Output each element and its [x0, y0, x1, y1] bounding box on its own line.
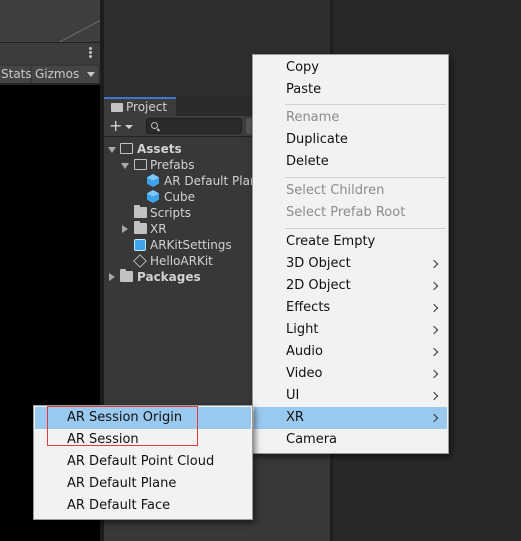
tree-item-label: Packages: [137, 270, 201, 284]
menu-item-copy[interactable]: Copy: [254, 57, 447, 79]
menu-item-label: Light: [286, 322, 319, 337]
menu-item-2d-object[interactable]: 2D Object: [254, 275, 447, 297]
menu-separator: [285, 177, 446, 178]
menu-item-duplicate[interactable]: Duplicate: [254, 129, 447, 151]
menu-item-paste[interactable]: Paste: [254, 79, 447, 101]
menu-separator: [285, 228, 446, 229]
menu-item-select-prefab-root: Select Prefab Root: [286, 205, 406, 220]
prefab-cube-icon: [147, 190, 159, 203]
menu-item-camera[interactable]: Camera: [254, 429, 447, 451]
chevron-down-icon: [87, 72, 95, 77]
chevron-right-icon: [429, 413, 439, 423]
folder-icon: [134, 205, 147, 218]
chevron-right-icon: [429, 303, 439, 313]
menu-item-label: 2D Object: [286, 278, 351, 293]
menu-item-ui[interactable]: UI: [254, 385, 447, 407]
folder-open-icon: [134, 159, 147, 170]
submenu-item-ar-session-origin[interactable]: AR Session Origin: [35, 407, 251, 429]
menu-item-label: UI: [286, 388, 300, 403]
tab-project[interactable]: Project: [104, 97, 176, 116]
submenu-item-ar-default-face[interactable]: AR Default Face: [35, 495, 251, 517]
menu-item-label: Effects: [286, 300, 331, 315]
xr-submenu: AR Session Origin AR Session AR Default …: [33, 405, 253, 520]
tab-project-label: Project: [126, 100, 168, 114]
tree-item-label: Cube: [164, 190, 195, 204]
folder-icon: [111, 103, 123, 112]
menu-separator: [285, 104, 446, 105]
gizmos-label: Gizmos: [35, 67, 80, 81]
stats-button[interactable]: Stats: [0, 66, 32, 83]
expand-arrow-icon[interactable]: [122, 225, 128, 233]
search-input[interactable]: [146, 118, 242, 134]
settings-asset-icon: [134, 239, 146, 251]
tree-item-label: AR Default Plan: [164, 174, 258, 188]
menu-item-video[interactable]: Video: [254, 363, 447, 385]
menu-item-xr[interactable]: XR: [254, 407, 447, 429]
scene-view[interactable]: [0, 0, 100, 42]
folder-open-icon: [120, 143, 133, 154]
context-menu: Copy Paste Rename Duplicate Delete Selec…: [252, 54, 449, 454]
menu-item-label: Audio: [286, 344, 323, 359]
submenu-item-ar-default-plane[interactable]: AR Default Plane: [35, 473, 251, 495]
tree-item-label: HelloARKit: [150, 254, 213, 268]
menu-item-audio[interactable]: Audio: [254, 341, 447, 363]
gizmos-dropdown[interactable]: Gizmos: [32, 66, 98, 83]
tree-item-label: Assets: [137, 142, 182, 156]
game-view-toolbar: Stats Gizmos: [0, 64, 100, 84]
chevron-right-icon: [429, 259, 439, 269]
folder-icon: [134, 221, 147, 234]
folder-icon: [120, 269, 133, 282]
menu-item-3d-object[interactable]: 3D Object: [254, 253, 447, 275]
chevron-right-icon: [429, 325, 439, 335]
more-options-icon[interactable]: [89, 46, 93, 60]
menu-item-label: XR: [286, 410, 304, 425]
tree-item-label: Prefabs: [150, 158, 195, 172]
submenu-item-ar-session[interactable]: AR Session: [35, 429, 251, 451]
tree-item-label: ARKitSettings: [150, 238, 232, 252]
chevron-right-icon: [429, 281, 439, 291]
chevron-right-icon: [429, 369, 439, 379]
chevron-right-icon: [429, 391, 439, 401]
chevron-down-icon[interactable]: [125, 125, 133, 129]
unity-scene-icon: [133, 254, 147, 268]
menu-item-create-empty[interactable]: Create Empty: [254, 231, 447, 253]
unity-editor: Stats Gizmos Project + Assets Prefabs AR…: [0, 0, 521, 541]
expand-arrow-icon[interactable]: [108, 147, 116, 153]
chevron-right-icon: [429, 347, 439, 357]
expand-arrow-icon[interactable]: [109, 273, 115, 281]
menu-item-effects[interactable]: Effects: [254, 297, 447, 319]
add-button[interactable]: +: [109, 117, 122, 135]
menu-item-label: 3D Object: [286, 256, 351, 271]
menu-item-rename: Rename: [286, 110, 340, 125]
menu-item-label: Video: [286, 366, 323, 381]
tree-item-label: XR: [150, 222, 167, 236]
tree-item-label: Scripts: [150, 206, 192, 220]
expand-arrow-icon[interactable]: [121, 163, 129, 169]
scene-grid-line: [45, 6, 100, 42]
menu-item-select-children: Select Children: [286, 183, 385, 198]
scene-toolbar: [0, 42, 100, 64]
menu-item-delete[interactable]: Delete: [254, 151, 447, 173]
menu-item-light[interactable]: Light: [254, 319, 447, 341]
submenu-item-ar-default-point-cloud[interactable]: AR Default Point Cloud: [35, 451, 251, 473]
prefab-cube-icon: [147, 174, 159, 187]
search-icon: [151, 122, 158, 129]
